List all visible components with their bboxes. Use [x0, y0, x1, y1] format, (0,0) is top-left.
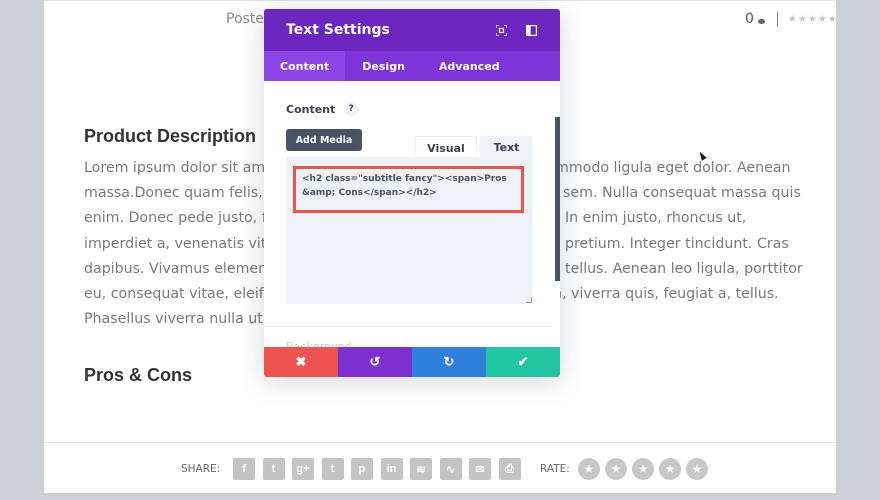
product-description-heading: Product Description	[84, 126, 257, 146]
add-media-button[interactable]: Add Media	[286, 129, 362, 151]
stumbleupon-icon[interactable]: ∿	[439, 458, 462, 480]
tab-advanced[interactable]: Advanced	[422, 51, 517, 81]
save-button[interactable]: ✔	[486, 347, 560, 377]
redo-icon: ↻	[443, 354, 455, 369]
content-field-label: Content ?	[286, 102, 359, 116]
tab-content[interactable]: Content	[264, 51, 346, 81]
tumblr-icon[interactable]: t	[321, 458, 344, 480]
redo-button[interactable]: ↻	[412, 347, 486, 377]
sidebar-layout-icon[interactable]	[524, 23, 538, 37]
modal-body: Content ? Add Media Visual Text <h2 clas…	[264, 81, 560, 353]
google-plus-icon[interactable]: g+	[292, 458, 314, 480]
facebook-icon[interactable]: f	[233, 458, 255, 480]
modal-title: Text Settings	[286, 22, 390, 38]
text-settings-modal: Text Settings Content Design Advanced Co…	[264, 9, 560, 377]
print-icon[interactable]: ⎙	[498, 458, 521, 480]
divider	[264, 326, 552, 327]
rate-star-icon[interactable]: ★	[686, 458, 708, 480]
rate-star-icon[interactable]: ★	[659, 458, 681, 480]
help-icon[interactable]: ?	[344, 102, 359, 116]
modal-tabs: Content Design Advanced	[264, 51, 560, 81]
comment-count[interactable]: 0	[745, 11, 754, 27]
email-icon[interactable]: ✉	[469, 458, 491, 480]
buffer-icon[interactable]: ≋	[410, 458, 432, 480]
pinterest-icon[interactable]: p	[351, 458, 373, 480]
rate-stars: ★ ★ ★ ★ ★	[578, 458, 708, 480]
modal-footer: ✖ ↺ ↻ ✔	[264, 347, 560, 377]
close-icon: ✖	[295, 354, 307, 369]
linkedin-icon[interactable]: in	[380, 458, 403, 480]
focus-icon[interactable]	[494, 23, 508, 37]
editor-tab-visual[interactable]: Visual	[415, 136, 477, 159]
meta-separator	[776, 11, 778, 27]
share-icons: f t g+ t p in ≋ ∿ ✉ ⎙	[233, 458, 521, 480]
post-meta-label: Poste	[226, 11, 264, 27]
rate-label: RATE:	[540, 463, 570, 475]
check-icon: ✔	[517, 354, 529, 369]
modal-header[interactable]: Text Settings	[264, 9, 560, 51]
resize-handle-icon[interactable]	[526, 297, 532, 303]
share-bar: SHARE: f t g+ t p in ≋ ∿ ✉ ⎙ RATE: ★ ★ ★ ★ ★	[44, 442, 836, 494]
twitter-icon[interactable]: t	[262, 458, 285, 480]
highlighted-code: <h2 class="subtitle fancy"><span>Pros &a…	[293, 166, 524, 213]
pros-cons-heading: Pros & Cons	[84, 365, 193, 385]
rate-star-icon[interactable]: ★	[605, 458, 627, 480]
cancel-button[interactable]: ✖	[264, 347, 338, 377]
rate-star-icon[interactable]: ★	[632, 458, 654, 480]
modal-scrollbar[interactable]	[555, 117, 560, 281]
comment-icon	[757, 18, 765, 24]
undo-icon: ↺	[369, 354, 381, 369]
rating-stars: ★★★★★	[787, 13, 838, 25]
editor-tab-text[interactable]: Text	[480, 136, 533, 159]
undo-button[interactable]: ↺	[338, 347, 412, 377]
content-editor-textarea[interactable]: <h2 class="subtitle fancy"><span>Pros &a…	[286, 157, 533, 304]
rate-star-icon[interactable]: ★	[578, 458, 600, 480]
share-label: SHARE:	[181, 463, 221, 475]
tab-design[interactable]: Design	[345, 51, 422, 81]
